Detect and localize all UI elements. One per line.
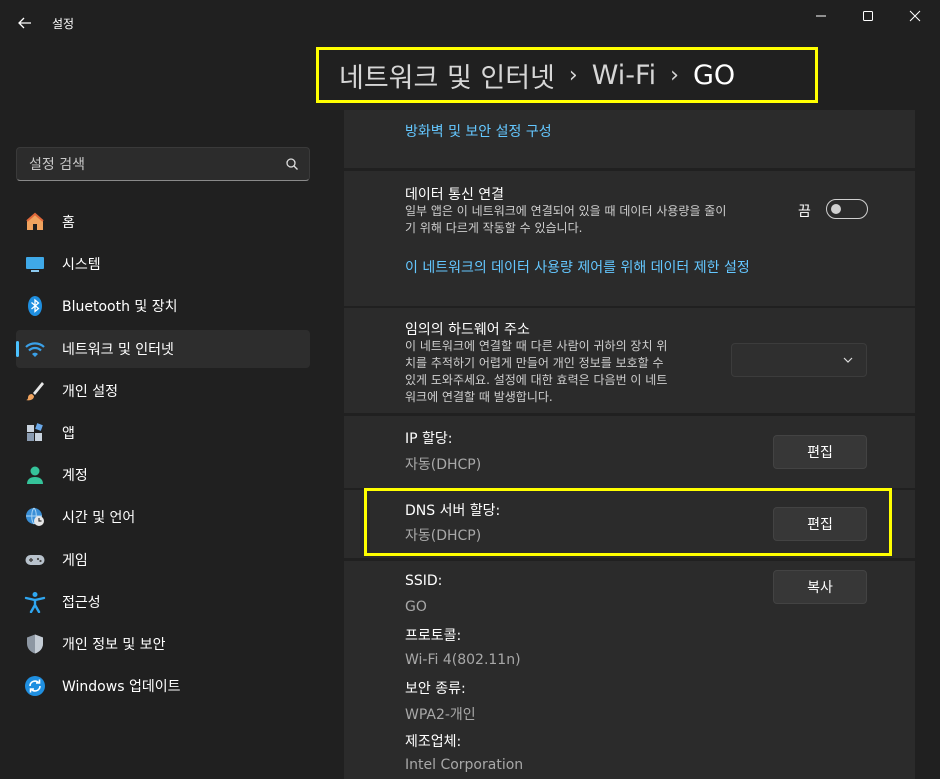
maximize-icon <box>863 11 873 21</box>
ip-assignment-value: 자동(DHCP) <box>405 457 482 473</box>
shield-icon <box>24 633 46 655</box>
monitor-icon <box>24 253 46 275</box>
random-hw-title: 임의의 하드웨어 주소 <box>405 322 530 338</box>
sidebar-item-label: 게임 <box>62 552 88 569</box>
metered-desc-line1: 일부 앱은 이 네트워크에 연결되어 있을 때 데이터 사용량을 줄이 <box>405 204 727 218</box>
sidebar-item-accounts[interactable]: 계정 <box>16 456 310 494</box>
minimize-icon <box>816 15 826 17</box>
random-hw-dropdown[interactable] <box>731 343 867 377</box>
chevron-down-icon <box>843 357 853 363</box>
sidebar-item-windows-update[interactable]: Windows 업데이트 <box>16 667 310 705</box>
gamepad-icon <box>24 549 46 571</box>
title-bar: 설정 <box>0 0 940 46</box>
manufacturer-value: Intel Corporation <box>405 757 524 773</box>
wifi-icon <box>24 338 46 360</box>
sidebar-item-label: Windows 업데이트 <box>62 679 181 696</box>
sidebar-item-label: 개인 정보 및 보안 <box>62 636 166 653</box>
sidebar-item-gaming[interactable]: 게임 <box>16 541 310 579</box>
sidebar-item-home[interactable]: 홈 <box>16 203 310 241</box>
ssid-value: GO <box>405 599 427 615</box>
random-hw-card: 임의의 하드웨어 주소 이 네트워크에 연결할 때 다른 사람이 귀하의 장치 … <box>344 308 915 413</box>
ip-edit-button[interactable]: 편집 <box>773 435 867 469</box>
back-arrow-icon <box>18 17 31 29</box>
dns-highlight-box <box>364 488 892 556</box>
home-icon <box>24 211 46 233</box>
data-limit-link[interactable]: 이 네트워크의 데이터 사용량 제어를 위해 데이터 제한 설정 <box>405 257 750 277</box>
sidebar-item-label: 시간 및 언어 <box>62 510 136 527</box>
random-hw-desc-line3: 있게 도와주세요. 설정에 대한 효력은 다음번 이 네트 <box>405 373 668 387</box>
sidebar-item-label: 계정 <box>62 468 88 485</box>
sidebar-item-label: 홈 <box>62 215 75 231</box>
metered-toggle[interactable] <box>826 199 868 219</box>
metered-title: 데이터 통신 연결 <box>405 187 505 203</box>
breadcrumb: 네트워크 및 인터넷 › Wi-Fi › GO <box>316 47 818 103</box>
random-hw-desc-line2: 치를 추적하기 어렵게 만들어 개인 정보를 보호할 수 <box>405 356 664 370</box>
chevron-right-icon: › <box>670 62 679 88</box>
maximize-button[interactable] <box>845 4 891 28</box>
security-value: WPA2-개인 <box>405 707 476 723</box>
sidebar-item-privacy[interactable]: 개인 정보 및 보안 <box>16 625 310 663</box>
search-input[interactable]: 설정 검색 <box>16 147 310 181</box>
sidebar-item-label: 접근성 <box>62 594 101 611</box>
copy-button[interactable]: 복사 <box>773 570 867 604</box>
update-icon <box>24 675 46 697</box>
security-label: 보안 종류: <box>405 681 466 697</box>
protocol-value: Wi-Fi 4(802.11n) <box>405 652 521 668</box>
firewall-card: 방화벽 및 보안 설정 구성 <box>344 110 915 168</box>
globe-clock-icon <box>24 506 46 528</box>
chevron-right-icon: › <box>568 62 578 88</box>
brush-icon <box>24 380 46 402</box>
sidebar-item-label: 네트워크 및 인터넷 <box>62 341 174 358</box>
breadcrumb-network[interactable]: 네트워크 및 인터넷 <box>339 56 555 95</box>
metered-connection-card: 데이터 통신 연결 일부 앱은 이 네트워크에 연결되어 있을 때 데이터 사용… <box>344 171 915 306</box>
bluetooth-icon <box>24 295 46 317</box>
search-icon <box>286 158 298 170</box>
sidebar-item-bluetooth[interactable]: Bluetooth 및 장치 <box>16 287 310 325</box>
apps-icon <box>24 422 46 444</box>
metered-desc-line2: 기 위해 다르게 작동할 수 있습니다. <box>405 221 583 235</box>
firewall-settings-link[interactable]: 방화벽 및 보안 설정 구성 <box>405 121 552 141</box>
main-content: 방화벽 및 보안 설정 구성 데이터 통신 연결 일부 앱은 이 네트워크에 연… <box>344 110 915 779</box>
ssid-label: SSID: <box>405 573 443 589</box>
metered-toggle-label: 끔 <box>798 204 811 220</box>
protocol-label: 프로토콜: <box>405 628 462 644</box>
sidebar-item-time-language[interactable]: 시간 및 언어 <box>16 498 310 536</box>
back-button[interactable] <box>14 12 36 34</box>
minimize-button[interactable] <box>798 4 844 28</box>
sidebar-item-accessibility[interactable]: 접근성 <box>16 583 310 621</box>
accessibility-icon <box>24 591 46 613</box>
app-title: 설정 <box>52 17 75 31</box>
random-hw-desc-line4: 워크에 연결할 때 발생합니다. <box>405 390 553 404</box>
search-placeholder: 설정 검색 <box>29 157 85 173</box>
sidebar-item-system[interactable]: 시스템 <box>16 245 310 283</box>
close-button[interactable] <box>892 4 938 28</box>
sidebar-item-label: 앱 <box>62 425 75 442</box>
close-icon <box>909 10 921 22</box>
breadcrumb-wifi[interactable]: Wi-Fi <box>592 60 656 91</box>
random-hw-desc-line1: 이 네트워크에 연결할 때 다른 사람이 귀하의 장치 위 <box>405 339 668 353</box>
toggle-knob <box>831 204 841 214</box>
properties-card: 복사 SSID: GO 프로토콜: Wi-Fi 4(802.11n) 보안 종류… <box>344 561 915 779</box>
sidebar-item-label: 시스템 <box>62 257 101 274</box>
page-title: GO <box>692 59 736 91</box>
sidebar-item-label: Bluetooth 및 장치 <box>62 299 178 316</box>
sidebar-nav: 홈 시스템 Bluetooth 및 장치 네트워크 및 인터넷 개인 설정 앱 <box>16 203 310 709</box>
ip-assignment-title: IP 할당: <box>405 431 453 447</box>
manufacturer-label: 제조업체: <box>405 734 462 750</box>
sidebar-item-apps[interactable]: 앱 <box>16 414 310 452</box>
sidebar-item-label: 개인 설정 <box>62 383 118 400</box>
account-icon <box>24 464 46 486</box>
sidebar-item-network[interactable]: 네트워크 및 인터넷 <box>16 329 310 368</box>
ip-assignment-card: IP 할당: 자동(DHCP) 편집 <box>344 416 915 488</box>
sidebar-item-personalization[interactable]: 개인 설정 <box>16 372 310 410</box>
